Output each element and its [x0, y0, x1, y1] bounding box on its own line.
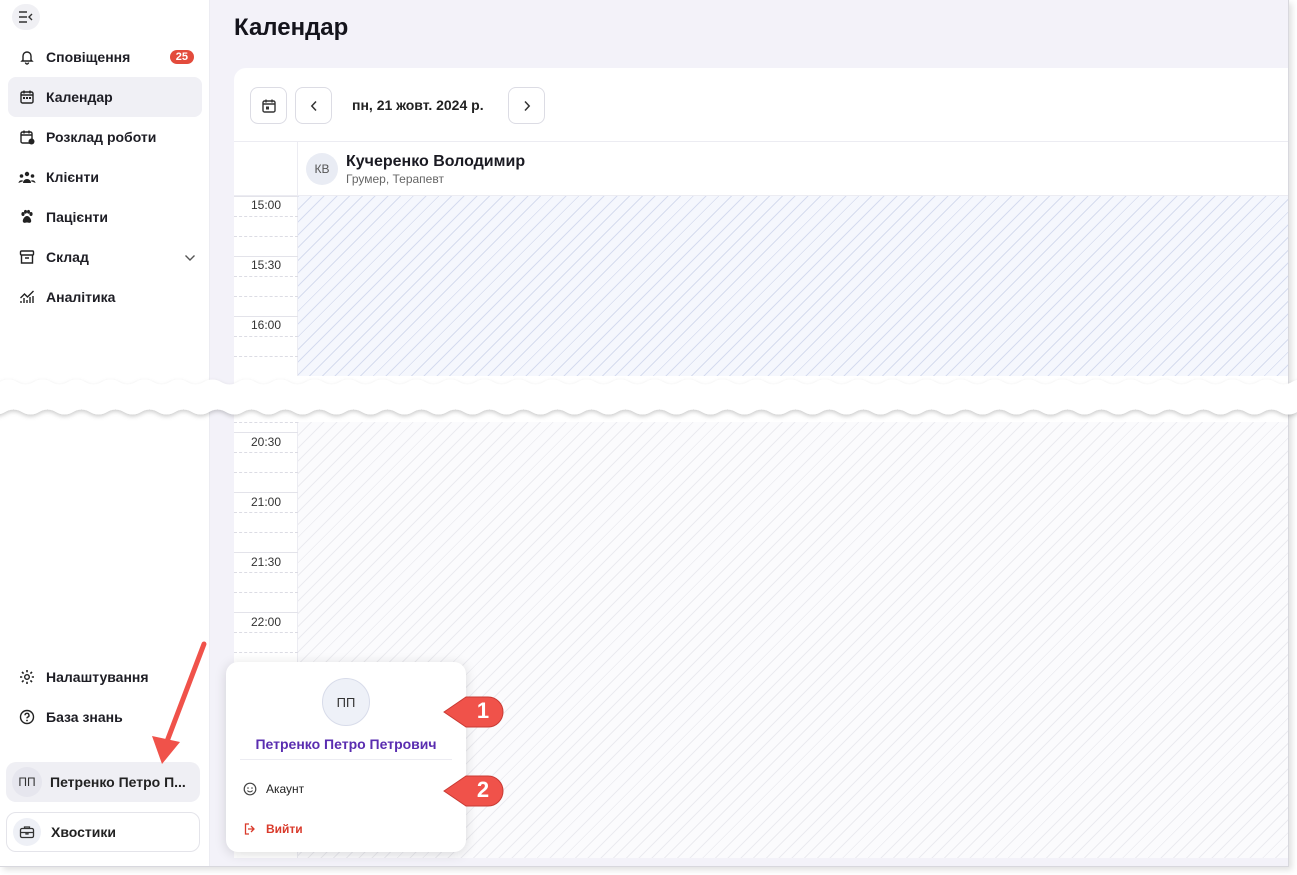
torn-edge-separator: [0, 379, 1297, 415]
sidebar-item-label: Аналітика: [46, 289, 116, 305]
avatar: ПП: [322, 678, 370, 726]
previous-day-button[interactable]: [295, 87, 332, 124]
bell-icon: [18, 48, 36, 66]
time-label: 22:00: [250, 615, 282, 629]
sidebar-item-label: Клієнти: [46, 169, 99, 185]
paw-icon: [18, 208, 36, 226]
calendar-grid-upper: 15:00 15:30 16:00: [234, 196, 1288, 376]
sidebar-item-label: Сповіщення: [46, 49, 131, 65]
callout-number: 2: [476, 777, 490, 802]
menu-collapse-icon: [19, 11, 33, 23]
unavailable-time-block[interactable]: [298, 196, 1288, 376]
sidebar-item-label: Склад: [46, 249, 89, 265]
logout-icon: [242, 821, 258, 837]
profile-popup: ПП Петренко Петро Петрович Акаунт Вийти: [226, 662, 466, 852]
callout-marker: 1: [442, 693, 506, 729]
time-label: 20:30: [250, 435, 282, 449]
sidebar-item-label: Розклад роботи: [46, 129, 157, 145]
current-date-label: пн, 21 жовт. 2024 р.: [352, 97, 484, 113]
sidebar-item-work-schedule[interactable]: Розклад роботи: [8, 117, 202, 157]
annotation-arrow: [152, 641, 207, 764]
logout-label: Вийти: [266, 822, 303, 836]
callout-number: 1: [476, 698, 490, 723]
time-label: 21:30: [250, 555, 282, 569]
collapse-sidebar-button[interactable]: [12, 4, 40, 30]
calendar-toolbar: пн, 21 жовт. 2024 р.: [234, 68, 1288, 142]
smiley-icon: [242, 781, 258, 797]
organization-switcher[interactable]: Хвостики: [6, 812, 200, 852]
sidebar-item-calendar[interactable]: Календар: [8, 77, 202, 117]
date-picker-button[interactable]: [250, 87, 287, 124]
divider: [240, 759, 452, 760]
user-name: Петренко Петро П...: [50, 774, 186, 790]
logout-menu-item[interactable]: Вийти: [242, 821, 303, 837]
page-title: Календар: [234, 14, 349, 41]
time-column: 15:00 15:30 16:00: [234, 196, 298, 376]
sidebar-item-clients[interactable]: Клієнти: [8, 157, 202, 197]
help-icon: [18, 708, 36, 726]
staff-role: Грумер, Терапевт: [346, 172, 444, 186]
sidebar-item-warehouse[interactable]: Склад: [8, 237, 202, 277]
profile-name[interactable]: Петренко Петро Петрович: [226, 736, 466, 752]
chevron-down-icon: [184, 249, 196, 265]
schedule-icon: [18, 128, 36, 146]
avatar: ПП: [12, 767, 42, 797]
staff-name: Кучеренко Володимир: [346, 153, 526, 170]
users-icon: [18, 168, 36, 186]
time-label: 15:30: [250, 258, 282, 272]
sidebar-item-analytics[interactable]: Аналітика: [8, 277, 202, 317]
sidebar-item-label: Календар: [46, 89, 113, 105]
briefcase-icon: [13, 818, 41, 846]
sidebar-item-label: Пацієнти: [46, 209, 108, 225]
callout-marker: 2: [442, 772, 506, 808]
next-day-button[interactable]: [508, 87, 545, 124]
sidebar-item-notifications[interactable]: Сповіщення 25: [8, 37, 202, 77]
account-label: Акаунт: [266, 782, 305, 796]
chevron-right-icon: [523, 100, 530, 111]
time-label: 16:00: [250, 318, 282, 332]
time-label: 15:00: [250, 198, 282, 212]
organization-name: Хвостики: [51, 824, 116, 840]
time-column-header: [234, 142, 298, 196]
staff-column-header: КВ Кучеренко Володимир Грумер, Терапевт: [234, 142, 1288, 196]
avatar: КВ: [306, 153, 338, 185]
chevron-left-icon: [310, 100, 317, 111]
calendar-icon: [261, 99, 276, 113]
gear-icon: [18, 668, 36, 686]
notification-count-badge: 25: [169, 50, 194, 64]
sidebar-item-patients[interactable]: Пацієнти: [8, 197, 202, 237]
chart-icon: [18, 288, 36, 306]
archive-icon: [18, 248, 36, 266]
calendar-icon: [18, 88, 36, 106]
time-label: 21:00: [250, 495, 282, 509]
account-menu-item[interactable]: Акаунт: [242, 781, 304, 797]
